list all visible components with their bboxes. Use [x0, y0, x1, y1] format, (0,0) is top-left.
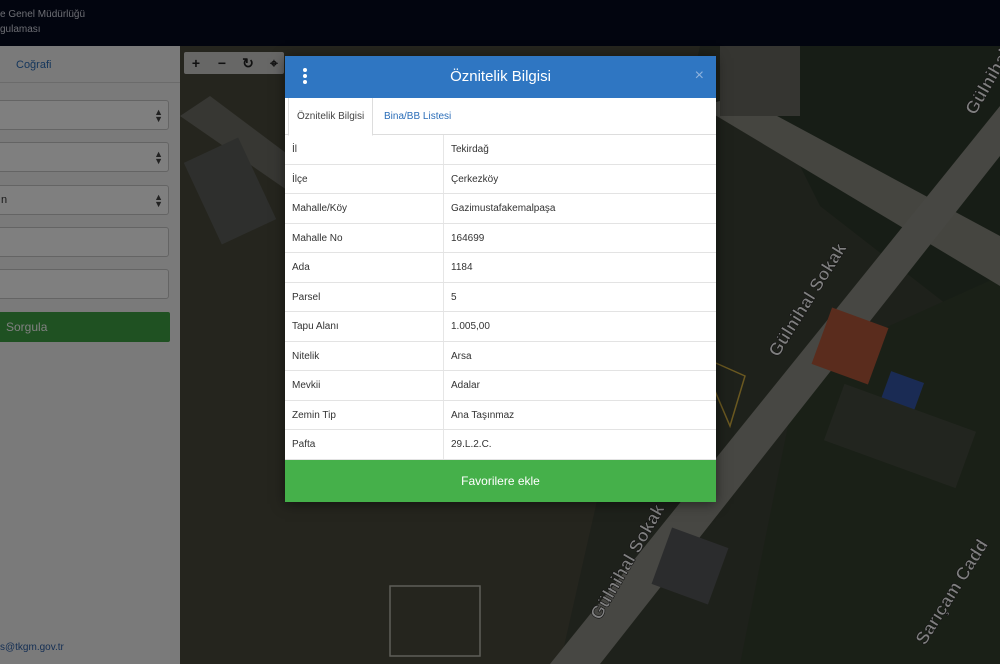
column-divider [443, 341, 444, 370]
attribute-key: Pafta [292, 439, 316, 450]
column-divider [443, 400, 444, 429]
attribute-key: Ada [292, 262, 310, 273]
attribute-key: Mahalle/Köy [292, 203, 348, 214]
column-divider [443, 135, 444, 164]
attribute-key: Parsel [292, 291, 321, 303]
table-row: Mevkii Adalar [285, 371, 716, 401]
column-divider [443, 194, 444, 223]
attribute-value: Tekirdağ [451, 144, 489, 155]
table-row: Tapu Alanı 1.005,00 [285, 312, 716, 342]
attribute-value: 164699 [451, 232, 485, 244]
table-row: Ada 1184 [285, 253, 716, 283]
attribute-value: 1184 [451, 262, 473, 273]
table-row: Mahalle No 164699 [285, 223, 716, 253]
attribute-value: Çerkezköy [451, 173, 499, 185]
attribute-key: İlçe [292, 173, 308, 185]
attribute-info-modal: Öznitelik Bilgisi × Öznitelik Bilgisi Bi… [285, 56, 716, 502]
tab-building-list[interactable]: Bina/BB Listesi [376, 98, 459, 135]
column-divider [443, 430, 444, 459]
attribute-value: Ana Taşınmaz [451, 409, 515, 421]
column-divider [443, 312, 444, 341]
table-row: Zemin Tip Ana Taşınmaz [285, 400, 716, 430]
attribute-key: Nitelik [292, 350, 320, 362]
attribute-key: Mevkii [292, 380, 321, 391]
table-row: Nitelik Arsa [285, 341, 716, 371]
add-to-favorites-button[interactable]: Favorilere ekle [285, 460, 716, 502]
table-row: Pafta 29.L.2.C. [285, 430, 716, 460]
attribute-value: Gazimustafakemalpaşa [451, 203, 556, 214]
table-row: Mahalle/Köy Gazimustafakemalpaşa [285, 194, 716, 224]
column-divider [443, 223, 444, 252]
attribute-key: İl [292, 144, 297, 155]
modal-title: Öznitelik Bilgisi [450, 68, 551, 85]
tab-attribute-info[interactable]: Öznitelik Bilgisi [288, 98, 374, 136]
column-divider [443, 371, 444, 400]
modal-tabs: Öznitelik Bilgisi Bina/BB Listesi [285, 98, 716, 136]
attribute-value: 1.005,00 [451, 321, 490, 332]
column-divider [443, 164, 444, 193]
attribute-value: Adalar [451, 380, 480, 391]
column-divider [443, 282, 444, 311]
attribute-table: İl Tekirdağ İlçe Çerkezköy Mahalle/Köy Gazimu… [285, 135, 716, 460]
close-icon[interactable]: × [695, 67, 704, 85]
table-row: İl Tekirdağ [285, 135, 716, 165]
attribute-value: 5 [451, 291, 457, 303]
attribute-key: Tapu Alanı [292, 321, 339, 332]
modal-header: Öznitelik Bilgisi × [285, 56, 716, 98]
attribute-value: 29.L.2.C. [451, 439, 492, 450]
attribute-key: Mahalle No [292, 232, 343, 244]
column-divider [443, 253, 444, 282]
table-row: İlçe Çerkezköy [285, 164, 716, 194]
attribute-key: Zemin Tip [292, 409, 336, 421]
attribute-value: Arsa [451, 350, 472, 362]
table-row: Parsel 5 [285, 282, 716, 312]
